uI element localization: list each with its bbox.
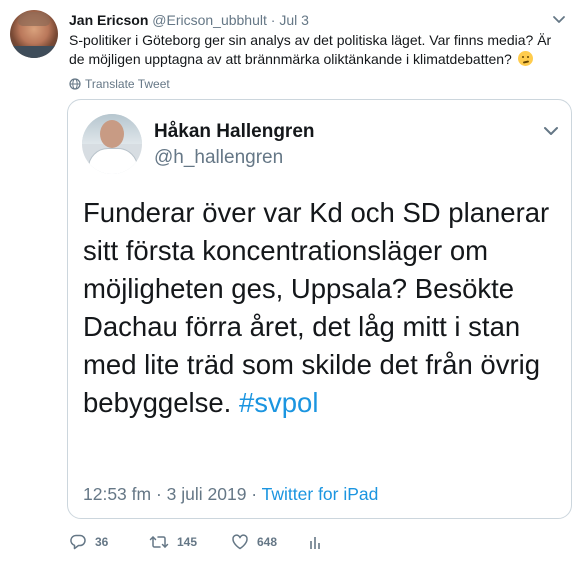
quoted-tweet-text: Funderar över var Kd och SD planerar sit… [83,194,568,422]
heart-icon [231,533,249,551]
translate-label: Translate Tweet [85,77,170,91]
hashtag-link[interactable]: #svpol [239,387,319,418]
retweet-count: 145 [177,535,198,549]
author-handle[interactable]: @Ericson_ubbhult [152,12,267,28]
author-avatar[interactable] [10,10,58,58]
quoted-source-link[interactable]: Twitter for iPad [262,484,379,504]
reply-button[interactable]: 36 [69,533,108,551]
separator: · [270,12,276,28]
quoted-body: Funderar över var Kd och SD planerar sit… [83,197,550,418]
like-count: 648 [257,535,278,549]
reply-count: 36 [95,535,109,549]
chevron-down-icon[interactable] [549,12,569,28]
analytics-icon [309,533,323,551]
quoted-meta: 12:53 fm · 3 juli 2019 · Twitter for iPa… [83,484,378,505]
tweet-actions: 36 145 648 [69,533,369,555]
reply-icon [69,533,87,551]
globe-icon [69,78,81,90]
like-button[interactable]: 648 [231,533,277,551]
thinking-face-icon [517,51,533,66]
translate-tweet-link[interactable]: Translate Tweet [69,77,170,91]
retweet-icon [149,533,169,551]
tweet-text: S-politiker i Göteborg ger sin analys av… [69,31,569,69]
chevron-down-icon[interactable] [540,122,562,140]
tweet-body: S-politiker i Göteborg ger sin analys av… [69,32,552,67]
quoted-tweet-card[interactable]: Håkan Hallengren @h_hallengren Funderar … [67,99,572,519]
author-name[interactable]: Jan Ericson [69,12,148,28]
tweet-header: Jan Ericson @Ericson_ubbhult · Jul 3 [69,12,309,28]
quoted-timestamp: 12:53 fm · 3 juli 2019 · [83,484,262,504]
quoted-author-avatar[interactable] [82,114,142,174]
retweet-button[interactable]: 145 [149,533,197,551]
tweet-date[interactable]: Jul 3 [279,12,309,28]
quoted-author-handle[interactable]: @h_hallengren [154,147,283,169]
quoted-author-name[interactable]: Håkan Hallengren [154,121,315,143]
analytics-button[interactable] [309,533,323,551]
